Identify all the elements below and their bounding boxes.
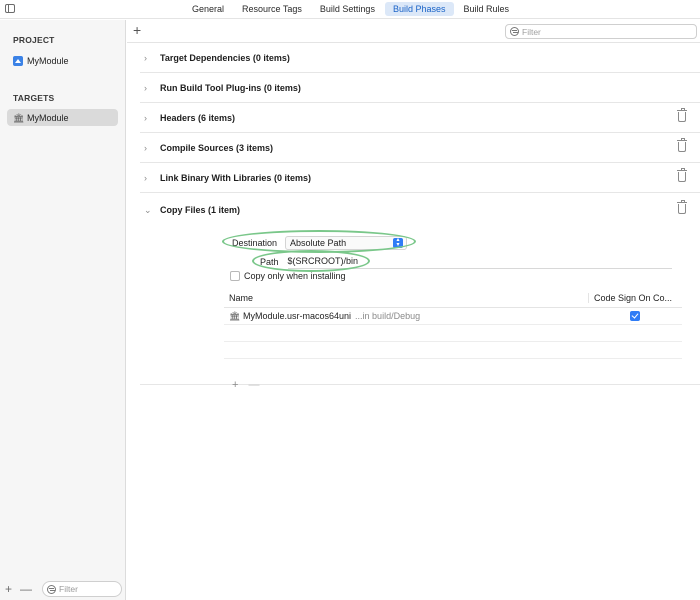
- phase-title: Compile Sources (3 items): [160, 142, 274, 153]
- copy-files-header[interactable]: ⌄ Copy Files (1 item): [140, 195, 700, 225]
- column-header-name[interactable]: Name: [224, 293, 588, 303]
- trash-icon[interactable]: [677, 168, 687, 182]
- chevron-right-icon[interactable]: ›: [140, 173, 160, 183]
- table-footer: + —: [232, 379, 259, 391]
- add-target-button[interactable]: +: [5, 583, 12, 595]
- remove-file-button[interactable]: —: [248, 379, 259, 391]
- highlight-ring: [252, 250, 370, 272]
- phase-headers[interactable]: › Headers (6 items): [140, 103, 700, 133]
- project-sidebar: PROJECT MyModule TARGETS 🏛 MyModule + — …: [0, 20, 126, 600]
- targets-heading: TARGETS: [13, 93, 55, 103]
- project-heading: PROJECT: [13, 35, 55, 45]
- build-phases-editor: + Filter › Target Dependencies (0 items)…: [127, 20, 700, 600]
- phase-title: Link Binary With Libraries (0 items): [160, 172, 311, 183]
- remove-target-button[interactable]: —: [20, 583, 32, 595]
- code-sign-cell: [588, 311, 682, 321]
- module-file-icon: 🏛: [229, 311, 241, 321]
- column-header-code-sign[interactable]: Code Sign On Co...: [588, 292, 682, 303]
- copy-only-row: Copy only when installing: [230, 271, 346, 281]
- file-name: MyModule.usr-macos64uni: [243, 311, 352, 321]
- sidebar-item-label: MyModule: [27, 112, 69, 123]
- module-target-icon: 🏛: [13, 112, 25, 123]
- table-row-empty: [224, 342, 682, 359]
- trash-icon[interactable]: [677, 200, 687, 214]
- phases-toolbar: + Filter: [127, 20, 700, 43]
- sidebar-item-project[interactable]: MyModule: [7, 52, 118, 69]
- phase-title: Headers (6 items): [160, 112, 236, 123]
- xcode-project-icon: [13, 55, 23, 66]
- trash-icon[interactable]: [677, 108, 687, 122]
- table-row-empty: [224, 325, 682, 342]
- chevron-down-icon[interactable]: ⌄: [140, 205, 160, 216]
- tab-build-phases[interactable]: Build Phases: [384, 2, 454, 16]
- phase-run-build-tool-plugins[interactable]: › Run Build Tool Plug-ins (0 items): [140, 73, 700, 103]
- table-header: Name Code Sign On Co...: [224, 288, 682, 308]
- tab-build-settings[interactable]: Build Settings: [312, 2, 383, 16]
- chevron-right-icon[interactable]: ›: [140, 83, 160, 93]
- sidebar-item-label: MyModule: [27, 55, 69, 66]
- table-row[interactable]: 🏛 MyModule.usr-macos64uni ...in build/De…: [224, 308, 682, 325]
- add-file-button[interactable]: +: [232, 379, 238, 391]
- top-tab-bar: General Resource Tags Build Settings Bui…: [0, 0, 700, 19]
- copy-only-checkbox[interactable]: [230, 271, 240, 281]
- filter-icon: [47, 584, 57, 594]
- chevron-right-icon[interactable]: ›: [140, 113, 160, 123]
- tab-build-rules[interactable]: Build Rules: [456, 2, 518, 16]
- phase-title: Copy Files (1 item): [160, 205, 241, 215]
- sidebar-item-target[interactable]: 🏛 MyModule: [7, 109, 118, 126]
- file-name-cell: 🏛 MyModule.usr-macos64uni ...in build/De…: [224, 311, 588, 321]
- sidebar-toggle-icon[interactable]: [5, 4, 15, 13]
- tab-resource-tags[interactable]: Resource Tags: [234, 2, 310, 16]
- phase-copy-files: ⌄ Copy Files (1 item) Destination Absolu…: [140, 195, 700, 391]
- chevron-right-icon[interactable]: ›: [140, 143, 160, 153]
- code-sign-checkbox[interactable]: [630, 311, 640, 321]
- chevron-right-icon[interactable]: ›: [140, 53, 160, 63]
- sidebar-bottom-bar: + — Filter: [0, 578, 126, 600]
- file-location: ...in build/Debug: [355, 311, 421, 321]
- editor-tabs: General Resource Tags Build Settings Bui…: [184, 2, 517, 16]
- filter-placeholder: Filter: [59, 584, 78, 594]
- phase-compile-sources[interactable]: › Compile Sources (3 items): [140, 133, 700, 163]
- trash-icon[interactable]: [677, 138, 687, 152]
- add-build-phase-button[interactable]: +: [133, 23, 141, 37]
- phase-target-dependencies[interactable]: › Target Dependencies (0 items): [140, 43, 700, 73]
- copy-files-table: Name Code Sign On Co... 🏛 MyModule.usr-m…: [224, 288, 682, 359]
- filter-placeholder: Filter: [522, 26, 541, 37]
- phase-link-binary[interactable]: › Link Binary With Libraries (0 items): [140, 163, 700, 193]
- filter-icon: [510, 27, 519, 36]
- phases-filter-input[interactable]: Filter: [505, 24, 697, 39]
- tab-general[interactable]: General: [184, 2, 232, 16]
- copy-only-label: Copy only when installing: [244, 271, 346, 281]
- sidebar-filter-input[interactable]: Filter: [42, 581, 123, 597]
- phase-title: Target Dependencies (0 items): [160, 52, 290, 63]
- phase-title: Run Build Tool Plug-ins (0 items): [160, 82, 301, 93]
